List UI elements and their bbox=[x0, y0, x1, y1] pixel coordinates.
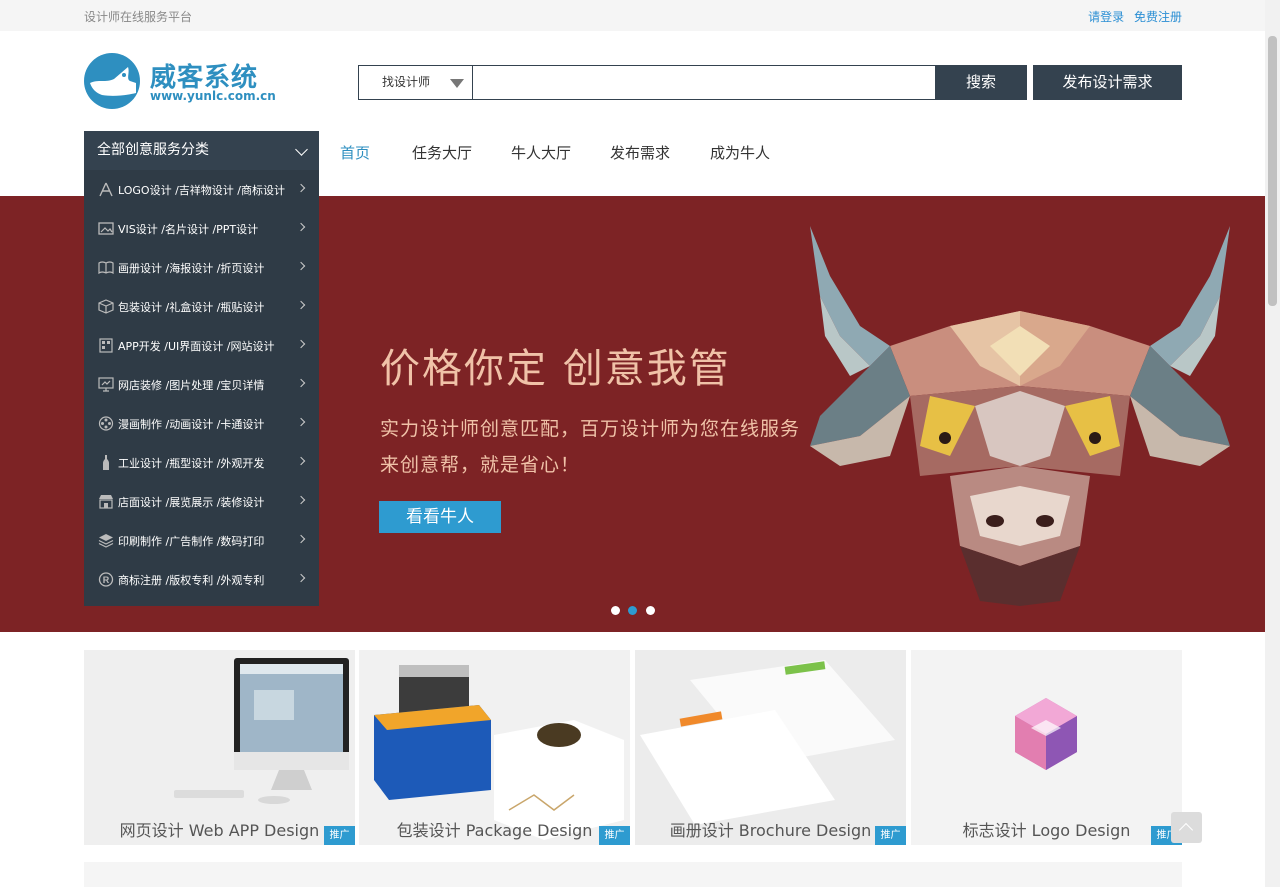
category-item-label: VIS设计 /名片设计 /PPT设计 bbox=[118, 223, 259, 236]
category-item-label: 网店装修 /图片处理 /宝贝详情 bbox=[118, 379, 265, 392]
banner-dot-3[interactable] bbox=[646, 606, 655, 615]
chevron-right-icon bbox=[296, 300, 306, 310]
scrollbar-thumb[interactable] bbox=[1268, 36, 1277, 306]
card-caption: 画册设计 Brochure Design bbox=[669, 821, 872, 840]
chevron-right-icon bbox=[296, 261, 306, 271]
film-reel-icon bbox=[98, 416, 114, 431]
chevron-right-icon bbox=[296, 573, 306, 583]
search-type-select[interactable]: 找设计师 bbox=[359, 66, 473, 99]
category-item-label: 商标注册 /版权专利 /外观专利 bbox=[118, 574, 265, 587]
book-icon bbox=[98, 261, 114, 275]
brochure-illustration bbox=[640, 660, 895, 825]
chevron-right-icon bbox=[296, 534, 306, 544]
package-illustration bbox=[374, 665, 624, 840]
next-section-strip bbox=[84, 862, 1182, 887]
package-icon bbox=[98, 299, 114, 314]
bottle-icon bbox=[103, 455, 109, 470]
register-link[interactable]: 免费注册 bbox=[1134, 10, 1182, 24]
nav-post-demand[interactable]: 发布需求 bbox=[610, 142, 670, 163]
category-menu-title: 全部创意服务分类 bbox=[97, 142, 209, 158]
category-item-label: 店面设计 /展览展示 /装修设计 bbox=[118, 496, 265, 509]
category-item-app[interactable]: APP开发 /UI界面设计 /网站设计 bbox=[84, 326, 319, 365]
category-item-label: 画册设计 /海报设计 /折页设计 bbox=[118, 262, 265, 275]
category-item-vis[interactable]: VIS设计 /名片设计 /PPT设计 bbox=[84, 209, 319, 248]
chevron-down-icon bbox=[295, 143, 308, 156]
registered-icon: R bbox=[98, 572, 114, 587]
app-icon bbox=[99, 338, 113, 353]
category-item-package[interactable]: 包装设计 /礼盒设计 /瓶贴设计 bbox=[84, 287, 319, 326]
search-bar: 找设计师 bbox=[358, 65, 936, 100]
nav-become-talent[interactable]: 成为牛人 bbox=[710, 142, 770, 163]
image-icon bbox=[98, 222, 114, 235]
svg-text:R: R bbox=[103, 575, 110, 585]
back-to-top-button[interactable] bbox=[1171, 812, 1202, 843]
page-scrollbar[interactable] bbox=[1265, 0, 1280, 887]
view-talents-button[interactable]: 看看牛人 bbox=[379, 501, 501, 533]
search-type-label: 找设计师 bbox=[382, 75, 431, 89]
chevron-right-icon bbox=[296, 183, 306, 193]
category-item-industrial[interactable]: 工业设计 /瓶型设计 /外观开发 bbox=[84, 443, 319, 482]
monitor-icon bbox=[98, 377, 114, 392]
chevron-right-icon bbox=[296, 222, 306, 232]
search-input[interactable] bbox=[474, 66, 935, 99]
card-brochure-design[interactable]: 画册设计 Brochure Design 推广 bbox=[635, 650, 906, 845]
card-logo-design[interactable]: 标志设计 Logo Design 推广 bbox=[911, 650, 1182, 845]
storefront-icon bbox=[99, 495, 113, 509]
logo-illustration bbox=[1015, 698, 1077, 770]
category-item-label: 印刷制作 /广告制作 /数码打印 bbox=[118, 535, 265, 548]
category-item-print[interactable]: 印刷制作 /广告制作 /数码打印 bbox=[84, 521, 319, 560]
chevron-right-icon bbox=[296, 456, 306, 466]
card-caption: 标志设计 Logo Design bbox=[962, 821, 1131, 840]
site-logo[interactable]: 威客系统 www.yunlc.com.cn bbox=[84, 53, 276, 111]
account-links: 请登录 免费注册 bbox=[1082, 8, 1182, 25]
card-package-design[interactable]: 包装设计 Package Design 推广 bbox=[359, 650, 630, 845]
chevron-right-icon bbox=[296, 378, 306, 388]
category-item-animation[interactable]: 漫画制作 /动画设计 /卡通设计 bbox=[84, 404, 319, 443]
chevron-right-icon bbox=[296, 417, 306, 427]
banner-headline: 价格你定 创意我管 bbox=[380, 346, 731, 392]
banner-subtitle-1: 实力设计师创意匹配，百万设计师为您在线服务 bbox=[380, 418, 801, 440]
category-item-label: 漫画制作 /动画设计 /卡通设计 bbox=[118, 418, 265, 431]
dropdown-triangle-icon bbox=[450, 79, 464, 88]
nav-task-hall[interactable]: 任务大厅 bbox=[412, 142, 472, 163]
layers-icon bbox=[98, 534, 114, 548]
banner-subtitle-2: 来创意帮，就是省心！ bbox=[380, 454, 581, 476]
category-item-label: LOGO设计 /吉祥物设计 /商标设计 bbox=[118, 184, 285, 197]
logo-url: www.yunlc.com.cn bbox=[150, 89, 276, 103]
nav-talent-hall[interactable]: 牛人大厅 bbox=[511, 142, 571, 163]
category-item-brochure[interactable]: 画册设计 /海报设计 /折页设计 bbox=[84, 248, 319, 287]
category-item-store[interactable]: 店面设计 /展览展示 /装修设计 bbox=[84, 482, 319, 521]
compass-icon bbox=[99, 182, 113, 197]
publish-demand-button[interactable]: 发布设计需求 bbox=[1033, 65, 1182, 100]
category-item-trademark[interactable]: R 商标注册 /版权专利 /外观专利 bbox=[84, 560, 319, 599]
site-tagline: 设计师在线服务平台 bbox=[84, 10, 193, 24]
category-item-shop[interactable]: 网店装修 /图片处理 /宝贝详情 bbox=[84, 365, 319, 404]
category-item-label: 工业设计 /瓶型设计 /外观开发 bbox=[118, 457, 265, 470]
promo-tag: 推广 bbox=[599, 826, 630, 845]
card-web-design[interactable]: 网页设计 Web APP Design 推广 bbox=[84, 650, 355, 845]
banner-dot-2[interactable] bbox=[628, 606, 637, 615]
category-item-label: APP开发 /UI界面设计 /网站设计 bbox=[118, 340, 275, 353]
nav-home[interactable]: 首页 bbox=[340, 142, 370, 163]
login-link[interactable]: 请登录 bbox=[1088, 10, 1124, 24]
category-item-logo[interactable]: LOGO设计 /吉祥物设计 /商标设计 bbox=[84, 170, 319, 209]
low-poly-bull-illustration bbox=[810, 226, 1230, 606]
chevron-right-icon bbox=[296, 495, 306, 505]
category-menu: 全部创意服务分类 LOGO设计 /吉祥物设计 /商标设计 VIS设计 /名片设计… bbox=[84, 131, 319, 606]
chevron-right-icon bbox=[296, 339, 306, 349]
card-caption: 网页设计 Web APP Design bbox=[119, 821, 320, 840]
imac-illustration bbox=[174, 658, 349, 804]
banner-dot-1[interactable] bbox=[611, 606, 620, 615]
card-caption: 包装设计 Package Design bbox=[396, 821, 593, 840]
promo-tag: 推广 bbox=[875, 826, 906, 845]
search-button[interactable]: 搜索 bbox=[935, 65, 1027, 100]
category-menu-header[interactable]: 全部创意服务分类 bbox=[84, 131, 319, 170]
top-bar: 设计师在线服务平台 请登录 免费注册 bbox=[0, 0, 1265, 31]
promo-tag: 推广 bbox=[324, 826, 355, 845]
logo-emblem-icon bbox=[84, 53, 140, 109]
category-item-label: 包装设计 /礼盒设计 /瓶贴设计 bbox=[118, 301, 265, 314]
